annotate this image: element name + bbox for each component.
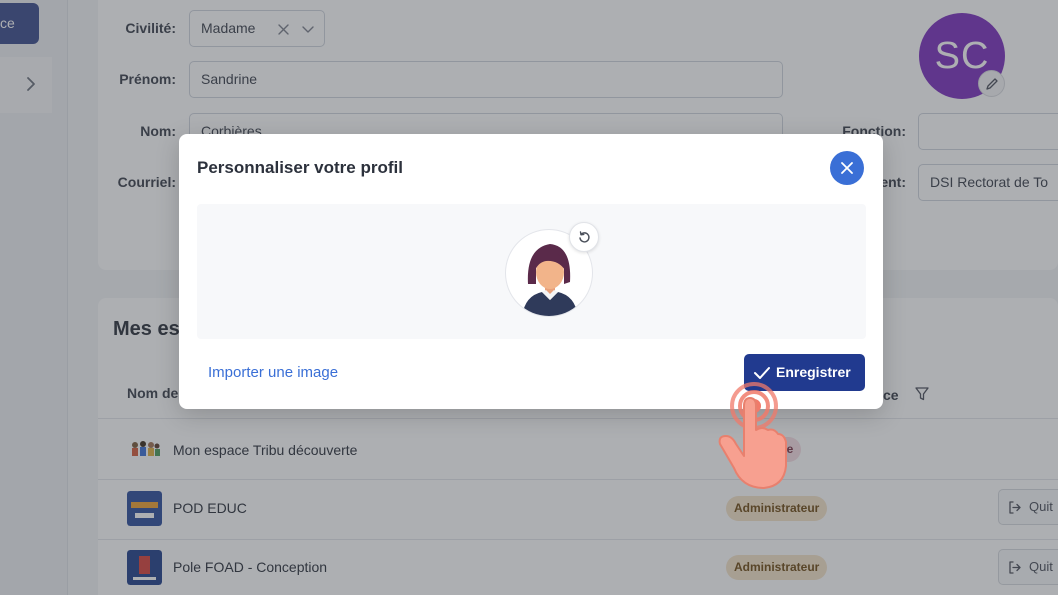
tap-hint-icon bbox=[718, 382, 787, 489]
avatar-preview-area bbox=[197, 204, 866, 339]
close-icon bbox=[841, 162, 853, 174]
rotate-ccw-icon bbox=[579, 231, 590, 243]
modal-title: Personnaliser votre profil bbox=[197, 158, 403, 177]
modal-close-button[interactable] bbox=[830, 151, 864, 185]
reset-avatar-button[interactable] bbox=[569, 222, 599, 252]
import-image-link[interactable]: Importer une image bbox=[208, 364, 338, 381]
